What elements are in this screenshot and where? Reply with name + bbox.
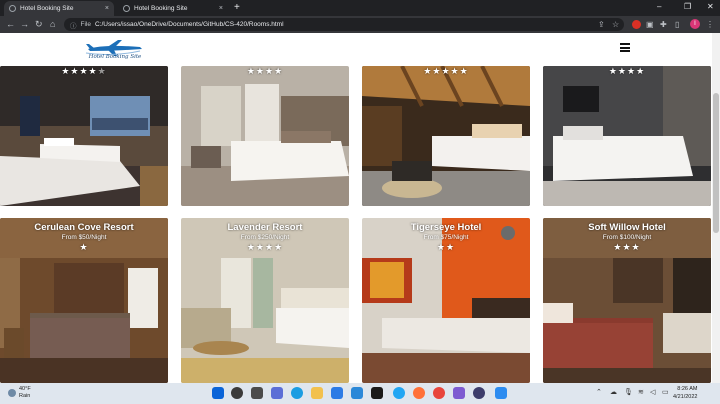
forward-icon[interactable]: → xyxy=(20,18,29,30)
share-icon[interactable]: ⇪ xyxy=(598,19,605,30)
hotel-price: From $250/Night xyxy=(240,234,290,241)
hotel-card-lavender-resort[interactable]: Lavender Resort From $250/Night ★★★★ xyxy=(181,218,349,383)
file-explorer-icon[interactable] xyxy=(311,387,323,399)
extensions-puzzle-icon[interactable]: ✚ xyxy=(660,19,667,30)
new-tab-button[interactable]: + xyxy=(234,2,240,14)
tab-hotel-booking-1[interactable]: Hotel Booking Site × xyxy=(4,1,114,16)
room-photo xyxy=(181,66,349,206)
volume-icon[interactable]: ◁ xyxy=(650,388,655,396)
edge-browser-icon[interactable] xyxy=(291,387,303,399)
tab-label: Hotel Booking Site xyxy=(20,5,74,12)
hotel-price: From $100/Night xyxy=(602,234,652,241)
app-icon[interactable] xyxy=(473,387,485,399)
clock-time: 8:26 AM xyxy=(677,386,698,392)
star-rating: ★ xyxy=(79,242,89,252)
star-rating: ★★★★ xyxy=(608,66,646,76)
hotel-name[interactable]: Cerulean Cove Resort xyxy=(0,222,168,233)
url-text: C:/Users/issao/OneDrive/Documents/GitHub… xyxy=(94,21,284,28)
tab-close-icon[interactable]: × xyxy=(219,5,223,12)
maximize-button[interactable]: ❐ xyxy=(684,2,691,11)
logo-text: Hotel Booking Site xyxy=(88,54,142,60)
home-icon[interactable]: ⌂ xyxy=(50,18,55,30)
system-clock[interactable]: 8:26 AM 4/21/2022 xyxy=(673,385,697,401)
hotel-price: From $50/Night xyxy=(61,234,107,241)
back-icon[interactable]: ← xyxy=(6,18,15,30)
vscode-icon[interactable] xyxy=(495,387,507,399)
chrome-icon[interactable] xyxy=(433,387,445,399)
scrollbar-thumb[interactable] xyxy=(713,93,719,233)
app-icon[interactable] xyxy=(453,387,465,399)
hotel-card-tigerseye[interactable]: Tigerseye Hotel From $75/Night ★★ xyxy=(362,218,530,383)
rain-cloud-icon xyxy=(8,389,16,397)
taskbar: 40°F Rain ⌃ ☁ 🎙 ≋ ◁ ▭ 8:26 AM 4/21/2022 xyxy=(0,383,720,404)
wifi-icon[interactable]: ≋ xyxy=(638,388,644,396)
tab-hotel-booking-2[interactable]: Hotel Booking Site × xyxy=(118,1,228,16)
star-rating: ★★★★★ xyxy=(423,66,469,76)
dell-icon[interactable] xyxy=(371,387,383,399)
weather-temp: 40°F xyxy=(19,386,31,392)
clock-date: 4/21/2022 xyxy=(673,394,698,400)
globe-icon xyxy=(9,5,16,12)
room-card[interactable]: ★★★★ xyxy=(543,66,711,206)
page-viewport: Hotel Booking Site ★★★★★ ★★★★ ★★★★★ ★★★★… xyxy=(0,33,712,383)
star-rating: ★★ xyxy=(436,242,456,252)
firefox-icon[interactable] xyxy=(413,387,425,399)
star-rating: ★★★★★ xyxy=(61,66,107,76)
side-panel-icon[interactable]: ▯ xyxy=(675,19,679,30)
browser-toolbar: ← → ↻ ⌂ ⓘ File C:/Users/issao/OneDrive/D… xyxy=(0,16,720,33)
hotel-name[interactable]: Tigerseye Hotel xyxy=(362,222,530,233)
tab-label: Hotel Booking Site xyxy=(134,5,188,12)
windows-start-icon[interactable] xyxy=(212,387,224,399)
room-photo xyxy=(0,66,168,206)
page-scrollbar[interactable] xyxy=(712,33,720,383)
bookmark-star-icon[interactable]: ☆ xyxy=(612,19,619,30)
task-view-icon[interactable] xyxy=(251,387,263,399)
site-header: Hotel Booking Site xyxy=(0,33,712,65)
hamburger-menu-icon[interactable] xyxy=(620,43,630,52)
hotel-price: From $75/Night xyxy=(423,234,469,241)
star-rating: ★★★★ xyxy=(246,66,284,76)
tray-chevron-icon[interactable]: ⌃ xyxy=(596,388,602,396)
globe-icon xyxy=(123,5,130,12)
room-card[interactable]: ★★★★★ xyxy=(362,66,530,206)
hotel-name[interactable]: Lavender Resort xyxy=(181,222,349,233)
adblock-extension-icon[interactable] xyxy=(632,20,641,29)
extension-icon[interactable]: ▣ xyxy=(646,19,654,30)
room-card[interactable]: ★★★★ xyxy=(181,66,349,206)
weather-widget[interactable]: 40°F Rain xyxy=(8,386,31,400)
hotel-card-cerulean-cove[interactable]: Cerulean Cove Resort From $50/Night ★ xyxy=(0,218,168,383)
cloud-icon[interactable]: ☁ xyxy=(610,388,617,396)
search-icon[interactable] xyxy=(231,387,243,399)
room-card[interactable]: ★★★★★ xyxy=(0,66,168,206)
widgets-icon[interactable] xyxy=(271,387,283,399)
reload-icon[interactable]: ↻ xyxy=(35,18,43,30)
star-rating: ★★★ xyxy=(613,242,641,252)
hotel-name[interactable]: Soft Willow Hotel xyxy=(543,222,711,233)
close-window-button[interactable]: ✕ xyxy=(707,2,714,11)
star-rating: ★★★★ xyxy=(246,242,284,252)
hotel-card-soft-willow[interactable]: Soft Willow Hotel From $100/Night ★★★ xyxy=(543,218,711,383)
info-icon[interactable]: ⓘ xyxy=(70,20,77,30)
room-photo xyxy=(362,66,530,206)
profile-avatar[interactable]: I xyxy=(690,19,700,29)
weather-desc: Rain xyxy=(19,393,31,399)
store-icon[interactable] xyxy=(331,387,343,399)
address-bar[interactable]: ⓘ File C:/Users/issao/OneDrive/Documents… xyxy=(64,18,624,31)
menu-dots-icon[interactable]: ⋮ xyxy=(706,19,714,30)
tab-close-icon[interactable]: × xyxy=(105,5,109,12)
battery-icon[interactable]: ▭ xyxy=(662,388,669,396)
browser-tab-strip: Hotel Booking Site × Hotel Booking Site … xyxy=(0,0,720,16)
scheme-label: File xyxy=(80,21,91,28)
minimize-button[interactable]: – xyxy=(657,2,661,11)
mail-icon[interactable] xyxy=(351,387,363,399)
microphone-icon[interactable]: 🎙 xyxy=(624,388,633,396)
cortana-icon[interactable] xyxy=(393,387,405,399)
room-photo xyxy=(543,66,711,206)
